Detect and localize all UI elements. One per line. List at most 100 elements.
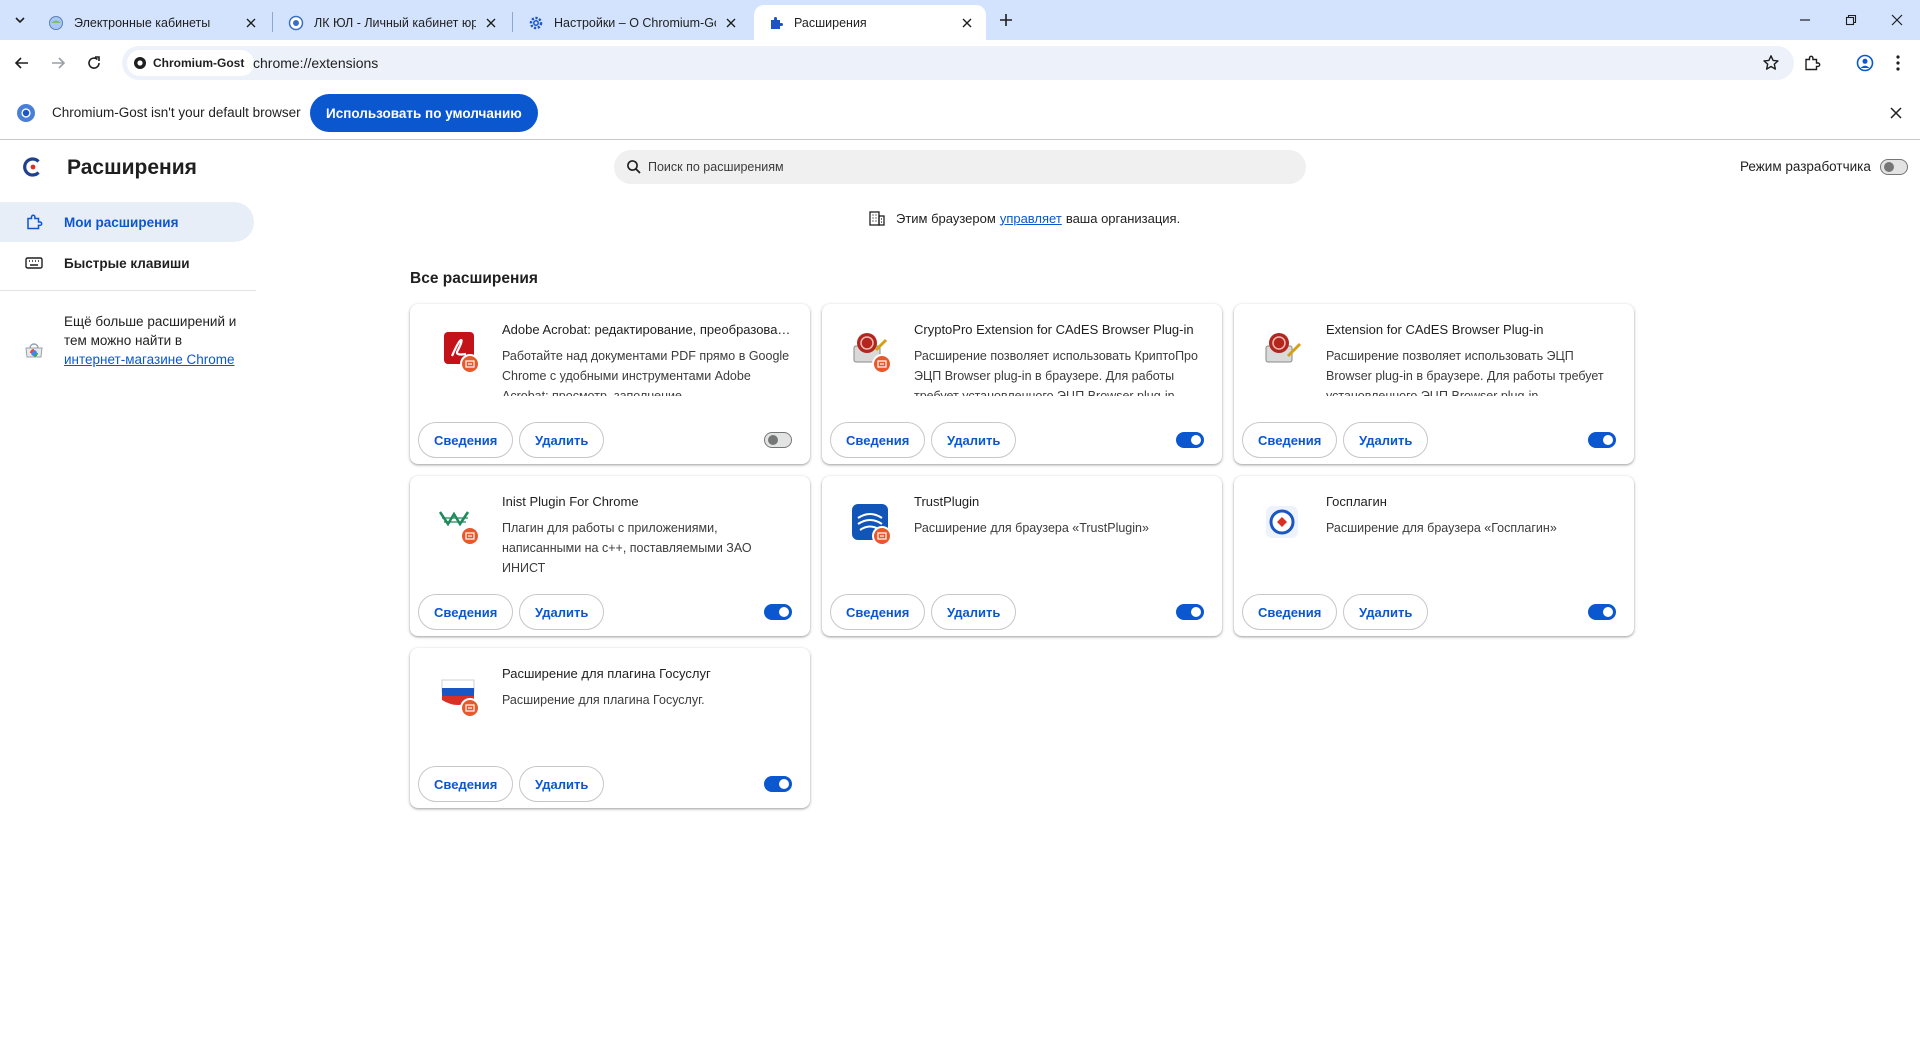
enable-toggle[interactable]: [1176, 432, 1204, 448]
remove-button[interactable]: Удалить: [1343, 422, 1429, 458]
managed-link[interactable]: управляет: [1000, 211, 1062, 226]
infobar-message: Chromium-Gost isn't your default browser: [52, 105, 301, 120]
extension-card-inist: Inist Plugin For Chrome Плагин для работ…: [410, 476, 810, 636]
toggle-knob: [1603, 607, 1613, 617]
extension-name: Extension for CAdES Browser Plug-in: [1326, 322, 1544, 337]
close-icon[interactable]: [482, 14, 500, 32]
address-bar[interactable]: Chromium-Gost chrome://extensions: [122, 46, 1794, 80]
details-button[interactable]: Сведения: [1242, 594, 1338, 630]
search-input[interactable]: [648, 150, 1288, 184]
remove-button[interactable]: Удалить: [519, 422, 605, 458]
sidebar-more-label: Ещё больше расширений и тем можно найти …: [64, 314, 237, 348]
new-tab-button[interactable]: [992, 8, 1020, 32]
enable-toggle[interactable]: [764, 776, 792, 792]
tab-title: Расширения: [794, 15, 867, 30]
toggle-knob: [1191, 435, 1201, 445]
close-icon[interactable]: [958, 14, 976, 32]
menu-kebab-icon[interactable]: [1884, 49, 1912, 77]
remove-button[interactable]: Удалить: [931, 422, 1017, 458]
managed-text-before: Этим браузером: [896, 210, 996, 226]
extension-card-cades: Extension for CAdES Browser Plug-in Расш…: [1234, 304, 1634, 464]
remove-button[interactable]: Удалить: [519, 766, 605, 802]
details-button[interactable]: Сведения: [418, 594, 514, 630]
toggle-knob: [779, 607, 789, 617]
tab-title: ЛК ЮЛ - Личный кабинет юридического лица: [314, 15, 476, 30]
restore-button[interactable]: [1828, 0, 1874, 40]
enable-toggle[interactable]: [1588, 432, 1616, 448]
extensions-search[interactable]: [614, 150, 1306, 184]
site-info-chip[interactable]: Chromium-Gost: [127, 50, 255, 76]
extension-description: Расширение позволяет использовать Крипто…: [914, 349, 1198, 396]
toolbar: Chromium-Gost chrome://extensions: [0, 40, 1920, 86]
extension-name: Adobe Acrobat: редактирование, преобразо…: [502, 322, 792, 337]
toggle-knob: [779, 779, 789, 789]
tab-extensions[interactable]: Расширения: [754, 5, 986, 40]
extensions-puzzle-icon[interactable]: [1798, 49, 1826, 77]
sidebar-item-my-extensions[interactable]: Мои расширения: [0, 202, 254, 242]
unpacked-badge-icon: [460, 698, 480, 718]
extension-name: TrustPlugin: [914, 494, 980, 509]
puzzle-icon: [24, 212, 44, 232]
extension-card-trustplugin: TrustPlugin Расширение для браузера «Tru…: [822, 476, 1222, 636]
enable-toggle[interactable]: [764, 604, 792, 620]
close-icon[interactable]: [242, 14, 260, 32]
sidebar-more-text: Ещё больше расширений и тем можно найти …: [64, 312, 244, 369]
default-browser-infobar: Chromium-Gost isn't your default browser…: [0, 86, 1920, 140]
details-button[interactable]: Сведения: [1242, 422, 1338, 458]
enable-toggle[interactable]: [1588, 604, 1616, 620]
sidebar-divider: [0, 290, 256, 291]
extension-name: Расширение для плагина Госуслуг: [502, 666, 711, 681]
reload-button[interactable]: [80, 49, 108, 77]
extension-card-cryptopro: CryptoPro Extension for CAdES Browser Pl…: [822, 304, 1222, 464]
profile-icon[interactable]: [1851, 49, 1879, 77]
forward-button[interactable]: [44, 49, 72, 77]
set-default-button[interactable]: Использовать по умолчанию: [310, 94, 538, 132]
dev-mode-toggle[interactable]: [1880, 159, 1908, 175]
managed-text-after: ваша организация.: [1065, 210, 1181, 226]
details-button[interactable]: Сведения: [418, 422, 514, 458]
tab-search-chevron-icon[interactable]: [8, 8, 32, 32]
extension-name: Госплагин: [1326, 494, 1387, 509]
back-button[interactable]: [8, 49, 36, 77]
remove-button[interactable]: Удалить: [519, 594, 605, 630]
enable-toggle[interactable]: [1176, 604, 1204, 620]
extension-description: Расширение для плагина Госуслуг.: [502, 693, 705, 707]
unpacked-badge-icon: [872, 354, 892, 374]
details-button[interactable]: Сведения: [830, 422, 926, 458]
toggle-knob: [1603, 435, 1613, 445]
extension-name: Inist Plugin For Chrome: [502, 494, 639, 509]
details-button[interactable]: Сведения: [418, 766, 514, 802]
remove-button[interactable]: Удалить: [1343, 594, 1429, 630]
extension-description: Расширение для браузера «Госплагин»: [1326, 521, 1557, 535]
chromium-gost-logo-icon: [16, 103, 36, 123]
details-button[interactable]: Сведения: [830, 594, 926, 630]
toggle-knob: [768, 435, 778, 445]
extension-card-adobe-acrobat: Adobe Acrobat: редактирование, преобразо…: [410, 304, 810, 464]
tab-title: Электронные кабинеты: [74, 15, 211, 30]
chrome-web-store-icon: [24, 340, 44, 360]
enable-toggle[interactable]: [764, 432, 792, 448]
chromium-icon: [133, 56, 147, 70]
bookmark-star-icon[interactable]: [1760, 52, 1782, 74]
unpacked-badge-icon: [460, 526, 480, 546]
close-icon[interactable]: [1886, 103, 1906, 123]
tab-lk-ul[interactable]: ЛК ЮЛ - Личный кабинет юридического лица: [274, 5, 510, 40]
remove-button[interactable]: Удалить: [931, 594, 1017, 630]
extension-description: Расширение для браузера «TrustPlugin»: [914, 521, 1149, 535]
tab-settings[interactable]: Настройки – О Chromium-Gost: [514, 5, 750, 40]
extension-description: Расширение позволяет использовать ЭЦП Br…: [1326, 349, 1604, 396]
extension-description: Плагин для работы с приложениями, написа…: [502, 521, 752, 575]
minimize-button[interactable]: [1782, 0, 1828, 40]
unpacked-badge-icon: [872, 526, 892, 546]
section-title: Все расширения: [410, 270, 538, 287]
globe-icon: [48, 15, 64, 31]
close-icon[interactable]: [722, 14, 740, 32]
tab-electronic-cabinets[interactable]: Электронные кабинеты: [34, 5, 270, 40]
sidebar-item-shortcuts[interactable]: Быстрые клавиши: [0, 243, 254, 283]
web-store-link[interactable]: интернет-магазине Chrome: [64, 352, 234, 367]
puzzle-icon: [768, 15, 784, 31]
close-window-button[interactable]: [1874, 0, 1920, 40]
cades-icon: [1258, 326, 1306, 374]
url-text[interactable]: chrome://extensions: [253, 55, 378, 71]
extension-card-gosplugin: Госплагин Расширение для браузера «Госпл…: [1234, 476, 1634, 636]
